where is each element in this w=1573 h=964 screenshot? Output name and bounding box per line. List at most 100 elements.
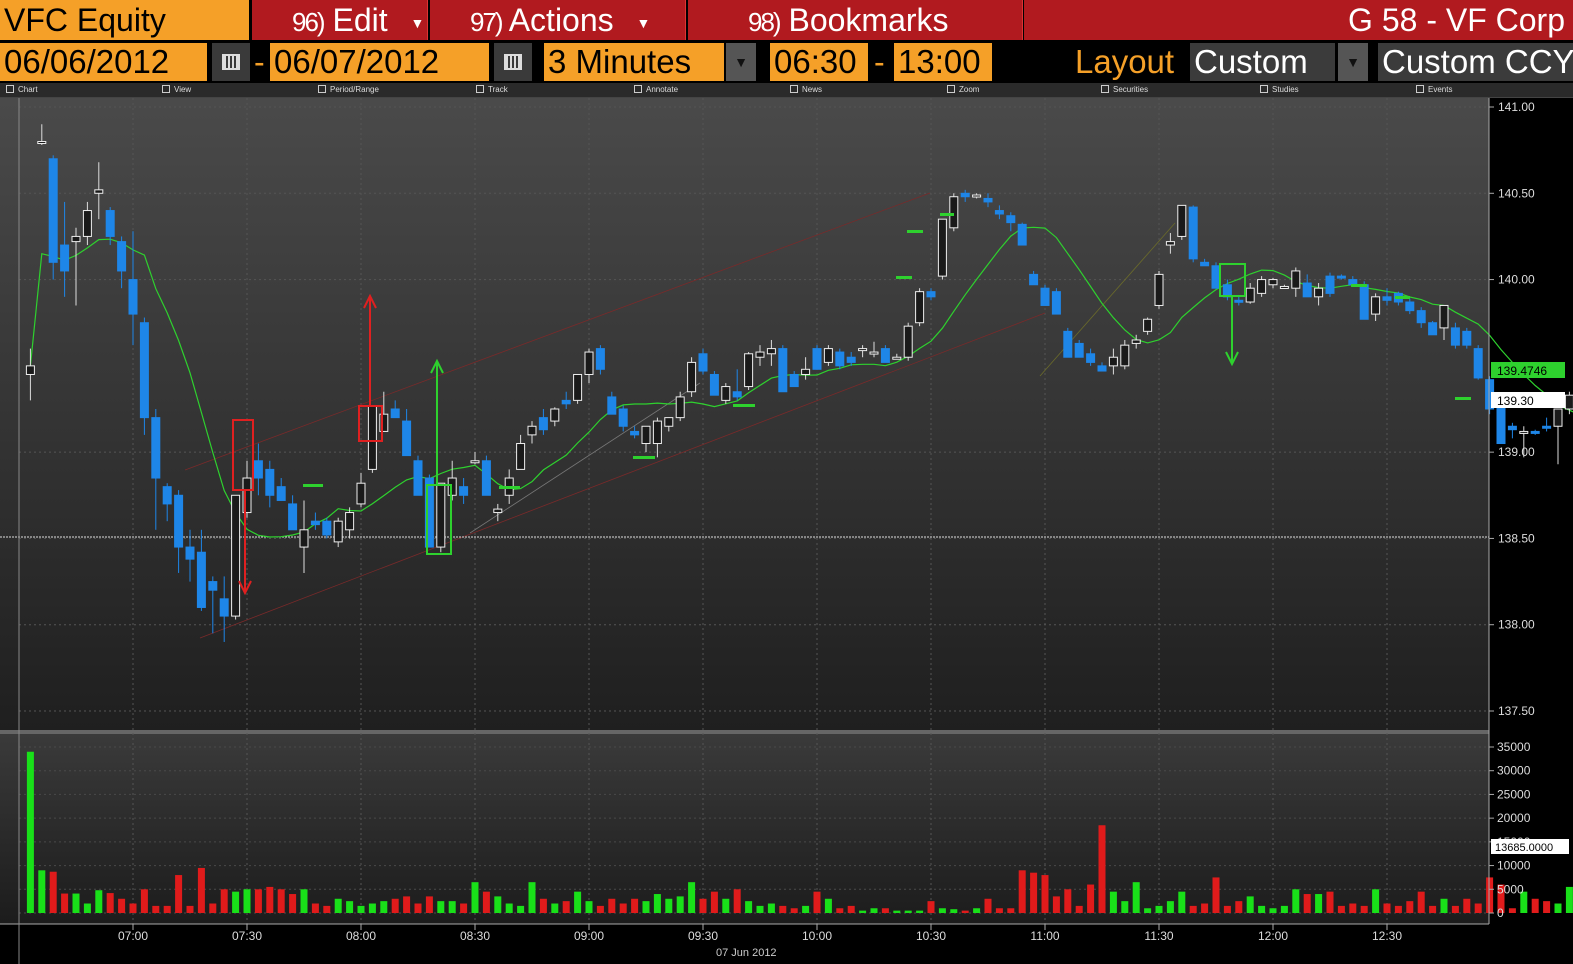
volume-bar <box>710 891 718 913</box>
candle-body <box>276 486 286 501</box>
candle-body <box>1188 206 1198 260</box>
candle-body <box>1348 279 1358 286</box>
volume-bar <box>129 903 137 913</box>
candle-body <box>652 420 662 445</box>
last-price-value-label: 139.30 <box>1497 394 1534 408</box>
volume-bar <box>676 896 684 913</box>
volume-bar <box>1280 905 1288 913</box>
calendar-icon <box>504 54 522 70</box>
start-time-field[interactable]: 06:30 <box>770 43 868 81</box>
interval-field[interactable]: 3 Minutes <box>544 43 724 81</box>
volume-tick-label: 5000 <box>1497 882 1524 896</box>
candle-body <box>744 353 754 388</box>
volume-bar <box>72 893 80 913</box>
time-tick-label: 08:30 <box>460 929 490 943</box>
start-date-calendar-button[interactable] <box>212 43 250 81</box>
volume-bar <box>722 898 730 913</box>
candle-body <box>481 460 491 496</box>
signal-marker <box>303 484 323 487</box>
volume-bar <box>83 903 91 913</box>
candle-body <box>1507 425 1517 431</box>
candle-body <box>994 210 1004 215</box>
volume-bar <box>551 903 559 913</box>
candle-body <box>732 391 742 398</box>
candle-body <box>1120 344 1130 367</box>
currency-select[interactable]: Custom CCY <box>1378 43 1573 81</box>
toolbar-securities[interactable]: Securities <box>1101 83 1148 97</box>
volume-bar <box>1315 894 1323 913</box>
signal-marker <box>499 486 520 489</box>
candle-body <box>789 373 799 388</box>
volume-bar <box>1246 896 1254 913</box>
toolbar-zoom[interactable]: Zoom <box>947 83 979 97</box>
edit-menu-button[interactable]: 96) Edit ▼ <box>252 0 428 40</box>
crosshair-icon <box>476 85 484 93</box>
volume-bar <box>220 889 228 913</box>
volume-bar <box>357 905 365 913</box>
candle-body <box>618 408 628 427</box>
end-date-field[interactable]: 06/07/2012 <box>270 43 489 81</box>
toolbar-annotate[interactable]: Annotate <box>634 83 678 97</box>
volume-tick-label: 35000 <box>1497 740 1531 754</box>
security-ticker[interactable]: VFC Equity <box>0 0 249 40</box>
volume-bar <box>608 898 616 913</box>
candle-body <box>1108 356 1118 367</box>
toolbar-view[interactable]: View <box>162 83 191 97</box>
volume-bar <box>391 898 399 913</box>
volume-bar <box>642 901 650 913</box>
candle-body <box>1382 296 1392 301</box>
volume-bar <box>631 898 639 913</box>
signal-marker <box>633 456 655 459</box>
toolbar-events[interactable]: Events <box>1416 83 1452 97</box>
signal-marker <box>1455 397 1471 400</box>
interval-dropdown-button[interactable]: ▼ <box>726 43 756 81</box>
volume-bar <box>539 898 547 913</box>
candle-body <box>1439 304 1449 329</box>
volume-bar <box>574 891 582 913</box>
candle-body <box>1086 353 1096 363</box>
volume-bar <box>1508 908 1516 913</box>
volume-bar <box>813 891 821 913</box>
actions-menu-button[interactable]: 97) Actions ▼ <box>430 0 686 40</box>
end-time-field[interactable]: 13:00 <box>894 43 992 81</box>
candle-body <box>447 477 457 496</box>
toolbar-track[interactable]: Track <box>476 83 508 97</box>
candle-body <box>664 417 674 427</box>
candle-body <box>1314 287 1324 298</box>
toolbar-chart[interactable]: Chart <box>6 83 38 97</box>
layout-dropdown-button[interactable]: ▼ <box>1338 43 1368 81</box>
calendar-icon <box>222 54 240 70</box>
candle-body <box>1029 273 1039 286</box>
end-date-calendar-button[interactable] <box>494 43 532 81</box>
chevron-down-icon: ▼ <box>636 14 651 31</box>
bookmarks-menu-button[interactable]: 98) Bookmarks <box>688 0 1023 40</box>
candle-body <box>1553 408 1563 427</box>
candle-body <box>766 348 776 355</box>
volume-bar <box>528 882 536 913</box>
toolbar-period-range[interactable]: Period/Range <box>318 83 379 97</box>
price-chart[interactable]: 141.00 140.50 140.00 139.00 138.50 138.00 137.… <box>0 98 1573 964</box>
toolbar-news[interactable]: News <box>790 83 822 97</box>
volume-bar <box>1132 882 1140 913</box>
time-tick-label: 10:30 <box>916 929 946 943</box>
security-title: G 58 - VF Corp <box>1024 0 1573 40</box>
candle-body <box>675 396 685 419</box>
moving-average-value-label: 139.4746 <box>1497 364 1547 378</box>
candle-body <box>151 417 161 479</box>
toolbar-news-label: News <box>802 85 823 94</box>
candle-body <box>48 158 58 263</box>
actions-menu-key: 97) <box>470 7 504 37</box>
toolbar-studies[interactable]: Studies <box>1260 83 1299 97</box>
candle-body <box>1143 318 1153 332</box>
candle-body <box>960 192 970 198</box>
bookmarks-menu-key: 98) <box>748 7 782 37</box>
volume-bar <box>1223 905 1231 913</box>
volume-bar <box>1155 905 1163 913</box>
candle-body <box>345 512 355 531</box>
candle-body <box>1291 270 1301 289</box>
layout-select[interactable]: Custom <box>1190 43 1335 81</box>
volume-bar <box>1189 905 1197 913</box>
volume-bar <box>163 905 171 913</box>
start-date-field[interactable]: 06/06/2012 <box>0 43 207 81</box>
volume-bar <box>688 882 696 913</box>
